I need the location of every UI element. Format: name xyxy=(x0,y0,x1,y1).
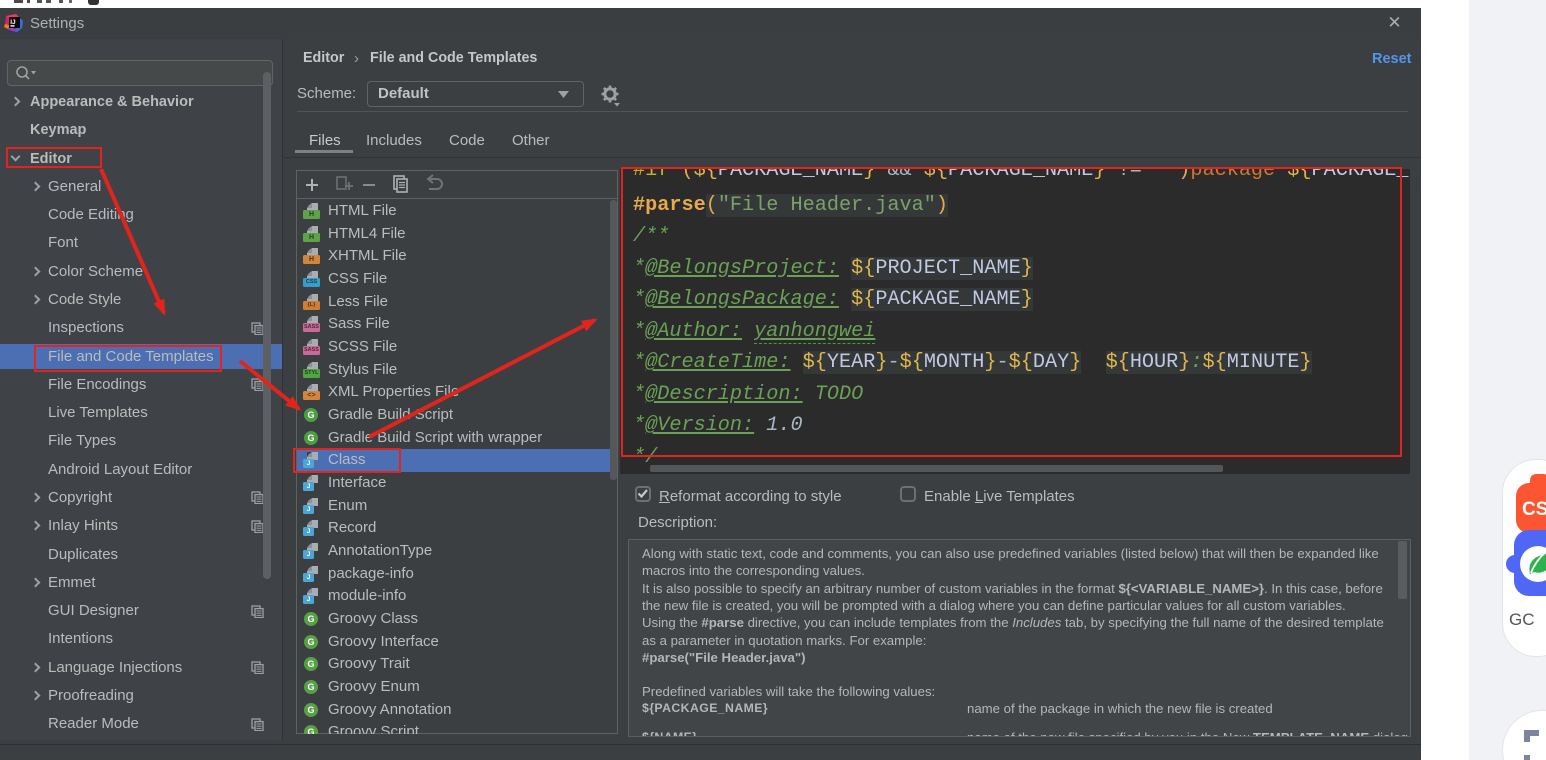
svg-text:CSDN: CSDN xyxy=(1522,499,1546,520)
svg-text:IJ: IJ xyxy=(10,19,16,26)
